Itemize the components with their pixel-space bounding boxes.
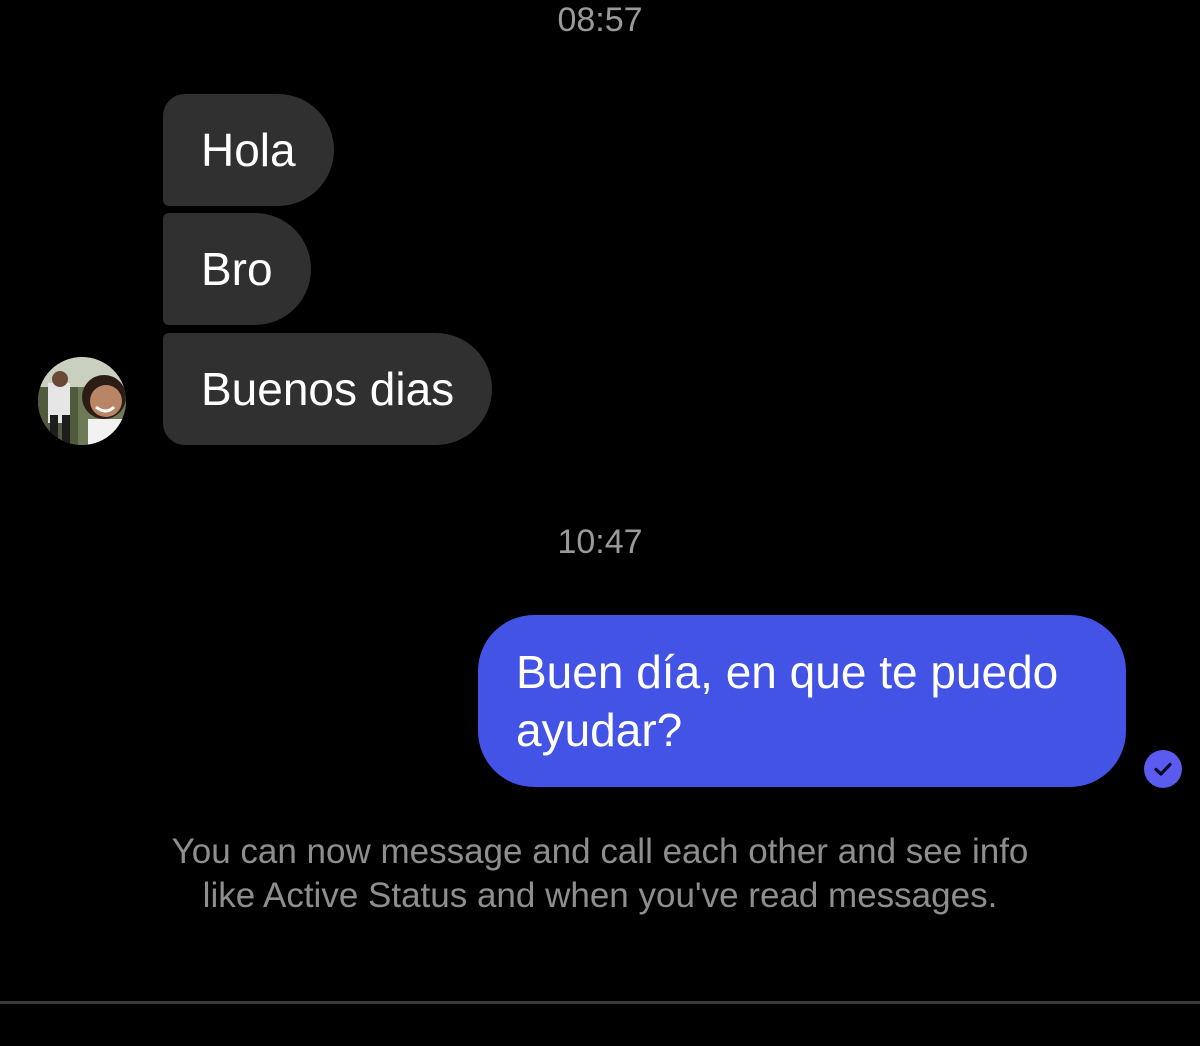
connection-notice: You can now message and call each other … — [171, 832, 1029, 915]
check-circle-icon — [1144, 750, 1182, 788]
incoming-message[interactable]: Hola — [163, 94, 334, 206]
divider — [0, 1001, 1200, 1004]
message-text: Bro — [201, 243, 273, 295]
incoming-message[interactable]: Buenos dias — [163, 333, 493, 445]
timestamp: 10:47 — [557, 523, 643, 561]
incoming-message[interactable]: Bro — [163, 213, 311, 325]
contact-avatar[interactable] — [38, 357, 126, 445]
outgoing-message[interactable]: Buen día, en que te puedo ayudar? — [478, 615, 1126, 787]
timestamp: 08:57 — [557, 1, 643, 39]
message-text: Hola — [201, 124, 296, 176]
message-text: Buenos dias — [201, 363, 455, 415]
message-text: Buen día, en que te puedo ayudar? — [516, 646, 1059, 756]
